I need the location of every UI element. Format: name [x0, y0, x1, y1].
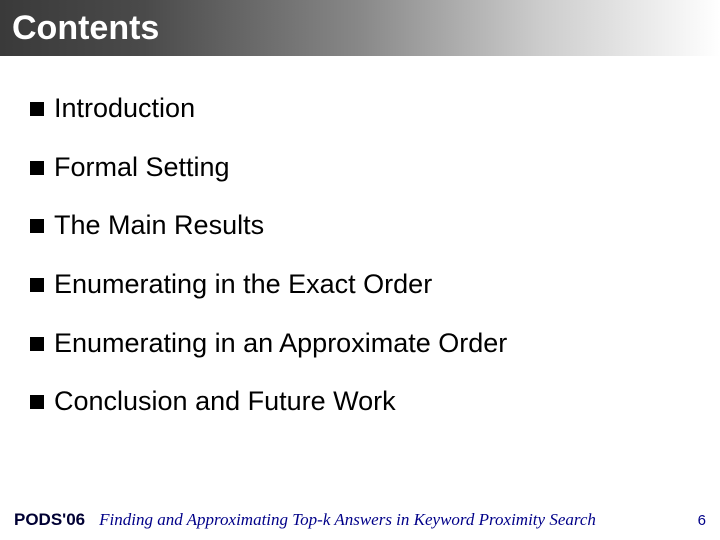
bullet-icon	[30, 337, 44, 351]
list-item-label: Formal Setting	[54, 153, 230, 183]
list-item: The Main Results	[30, 211, 690, 241]
list-item: Conclusion and Future Work	[30, 387, 690, 417]
list-item-label: Enumerating in the Exact Order	[54, 270, 432, 300]
list-item: Introduction	[30, 94, 690, 124]
page-number: 6	[698, 512, 706, 529]
slide-title: Contents	[12, 9, 159, 48]
list-item-label: Conclusion and Future Work	[54, 387, 396, 417]
slide-header: Contents	[0, 0, 720, 56]
bullet-icon	[30, 102, 44, 116]
conference-badge: PODS'06	[14, 510, 85, 530]
slide-footer: PODS'06 Finding and Approximating Top-k …	[0, 510, 720, 530]
bullet-icon	[30, 395, 44, 409]
list-item-label: Introduction	[54, 94, 195, 124]
bullet-icon	[30, 219, 44, 233]
list-item-label: The Main Results	[54, 211, 264, 241]
contents-list: Introduction Formal Setting The Main Res…	[0, 56, 720, 417]
list-item: Enumerating in the Exact Order	[30, 270, 690, 300]
paper-title: Finding and Approximating Top-k Answers …	[99, 510, 698, 530]
list-item: Enumerating in an Approximate Order	[30, 329, 690, 359]
bullet-icon	[30, 278, 44, 292]
list-item-label: Enumerating in an Approximate Order	[54, 329, 507, 359]
bullet-icon	[30, 161, 44, 175]
list-item: Formal Setting	[30, 153, 690, 183]
